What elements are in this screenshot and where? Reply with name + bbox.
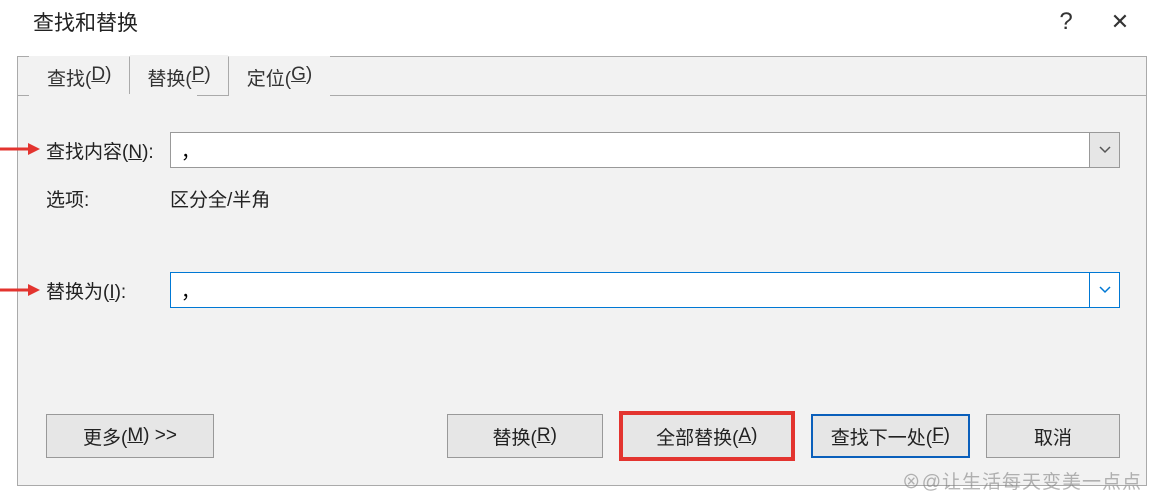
replace-dropdown-button[interactable] <box>1089 273 1119 307</box>
options-value: 区分全/半角 <box>170 185 270 212</box>
annotation-arrow-find <box>0 142 40 156</box>
tab-goto[interactable]: 定位(G) <box>229 56 330 96</box>
chevron-down-icon <box>1099 286 1111 294</box>
replace-input[interactable] <box>171 273 1089 307</box>
replace-label: 替换为(I): <box>46 277 170 304</box>
find-input-combo[interactable] <box>170 132 1120 168</box>
active-tab-mask <box>113 94 197 97</box>
find-next-button[interactable]: 查找下一处(F) <box>811 414 970 458</box>
dialog-title: 查找和替换 <box>33 7 1039 37</box>
dialog-panel: 查找(D) 替换(P) 定位(G) 查找内容(N): <box>17 56 1147 486</box>
chevron-down-icon <box>1099 146 1111 154</box>
find-input[interactable] <box>171 133 1089 167</box>
find-dropdown-button[interactable] <box>1089 133 1119 167</box>
find-label: 查找内容(N): <box>46 137 170 164</box>
find-row: 查找内容(N): <box>46 132 1120 168</box>
spacer <box>46 228 1120 272</box>
form-area: 查找内容(N): 选项: 区分全/半角 替换为(I): <box>46 132 1120 320</box>
title-bar: 查找和替换 ? ✕ <box>17 0 1147 44</box>
button-bar: 更多(M) >> 替换(R) 全部替换(A) 查找下一处(F) 取消 <box>46 411 1120 461</box>
replace-all-button[interactable]: 全部替换(A) <box>619 411 795 461</box>
find-replace-dialog: 查找和替换 ? ✕ 查找(D) 替换(P) 定位(G) 查找内容(N): <box>17 0 1147 488</box>
help-button[interactable]: ? <box>1039 0 1093 44</box>
close-button[interactable]: ✕ <box>1093 0 1147 44</box>
replace-input-combo[interactable] <box>170 272 1120 308</box>
tabs: 查找(D) 替换(P) 定位(G) <box>29 56 330 96</box>
tab-find[interactable]: 查找(D) <box>29 56 129 96</box>
tab-replace[interactable]: 替换(P) <box>129 56 228 96</box>
options-row: 选项: 区分全/半角 <box>46 180 1120 216</box>
replace-button[interactable]: 替换(R) <box>447 414 603 458</box>
more-button[interactable]: 更多(M) >> <box>46 414 214 458</box>
cancel-button[interactable]: 取消 <box>986 414 1120 458</box>
options-label: 选项: <box>46 185 170 212</box>
replace-row: 替换为(I): <box>46 272 1120 308</box>
annotation-arrow-replace <box>0 283 40 297</box>
